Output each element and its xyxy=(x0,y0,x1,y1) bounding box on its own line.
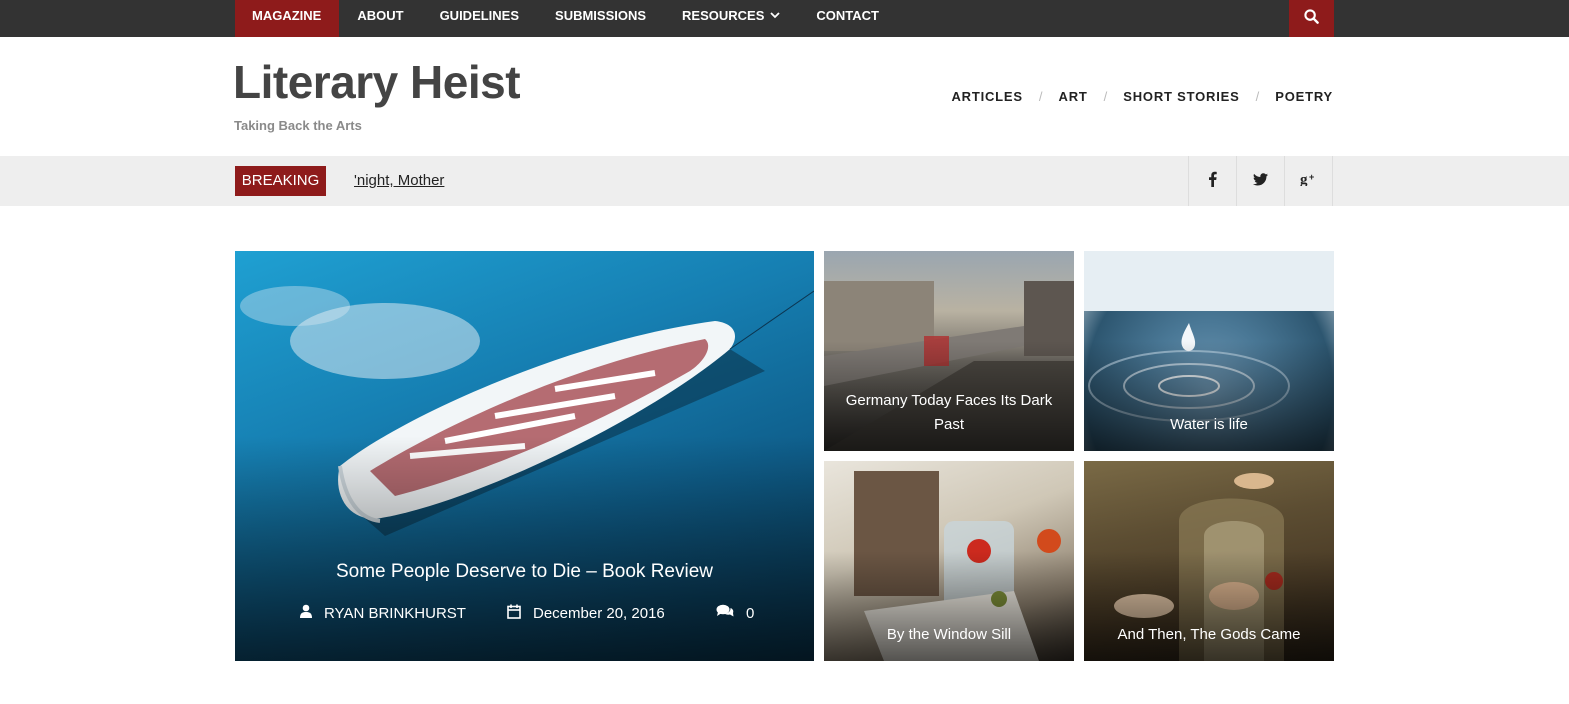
nav-item-label: RESOURCES xyxy=(682,8,765,23)
post-card-water[interactable]: Water is life xyxy=(1084,251,1334,451)
search-icon xyxy=(1304,8,1319,29)
nav-item-resources[interactable]: RESOURCES xyxy=(664,0,798,37)
post-comment-count: 0 xyxy=(746,604,755,622)
site-tagline: Taking Back the Arts xyxy=(234,118,362,133)
post-date: December 20, 2016 xyxy=(507,604,665,623)
google-plus-icon: g + xyxy=(1300,172,1318,190)
category-short-stories[interactable]: SHORT STORIES xyxy=(1123,89,1239,104)
calendar-icon xyxy=(507,604,533,623)
user-icon xyxy=(300,604,324,622)
nav-item-magazine[interactable]: MAGAZINE xyxy=(235,0,340,37)
comments-icon xyxy=(716,604,746,622)
google-plus-button[interactable]: g + xyxy=(1285,156,1333,206)
post-card-window-sill[interactable]: By the Window Sill xyxy=(824,461,1074,661)
category-art[interactable]: ART xyxy=(1059,89,1088,104)
category-separator: / xyxy=(1255,89,1260,104)
post-card-germany[interactable]: Germany Today Faces Its Dark Past xyxy=(824,251,1074,451)
category-poetry[interactable]: POETRY xyxy=(1275,89,1333,104)
nav-item-label: MAGAZINE xyxy=(252,8,322,23)
nav-item-guidelines[interactable]: GUIDELINES xyxy=(422,0,537,37)
top-nav: MAGAZINE ABOUT GUIDELINES SUBMISSIONS RE… xyxy=(235,0,897,37)
nav-item-label: CONTACT xyxy=(816,8,879,23)
breaking-badge: BREAKING xyxy=(235,166,326,196)
facebook-button[interactable] xyxy=(1189,156,1237,206)
category-separator: / xyxy=(1103,89,1108,104)
post-author-name: RYAN BRINKHURST xyxy=(324,604,466,622)
chevron-down-icon xyxy=(770,1,781,32)
post-card-title[interactable]: By the Window Sill xyxy=(834,623,1064,647)
nav-item-submissions[interactable]: SUBMISSIONS xyxy=(537,0,664,37)
post-comments[interactable]: 0 xyxy=(716,604,754,622)
featured-post-card[interactable] xyxy=(235,251,814,661)
post-date-text: December 20, 2016 xyxy=(533,605,665,622)
nav-item-label: SUBMISSIONS xyxy=(555,8,647,23)
facebook-icon xyxy=(1208,171,1217,191)
nav-item-label: ABOUT xyxy=(357,8,404,23)
post-card-title[interactable]: Germany Today Faces Its Dark Past xyxy=(834,389,1064,437)
twitter-icon xyxy=(1253,172,1268,190)
svg-text:+: + xyxy=(1309,172,1314,182)
site-title[interactable]: Literary Heist xyxy=(233,56,521,108)
breaking-headline-link[interactable]: 'night, Mother xyxy=(354,172,444,189)
social-links: g + xyxy=(1188,156,1333,206)
featured-post-meta: RYAN BRINKHURST December 20, 2016 0 xyxy=(235,604,814,628)
featured-post-title[interactable]: Some People Deserve to Die – Book Review xyxy=(235,560,814,584)
nav-item-contact[interactable]: CONTACT xyxy=(798,0,897,37)
nav-item-label: GUIDELINES xyxy=(439,8,520,23)
post-card-gods[interactable]: And Then, The Gods Came xyxy=(1084,461,1334,661)
nav-item-about[interactable]: ABOUT xyxy=(339,0,421,37)
category-nav: ARTICLES / ART / SHORT STORIES / POETRY xyxy=(951,89,1333,104)
post-author[interactable]: RYAN BRINKHURST xyxy=(300,604,466,622)
svg-text:g: g xyxy=(1300,172,1308,186)
category-separator: / xyxy=(1038,89,1043,104)
post-card-title[interactable]: Water is life xyxy=(1094,413,1324,437)
search-button[interactable] xyxy=(1289,0,1334,37)
category-articles[interactable]: ARTICLES xyxy=(951,89,1022,104)
post-card-title[interactable]: And Then, The Gods Came xyxy=(1094,623,1324,647)
twitter-button[interactable] xyxy=(1237,156,1285,206)
